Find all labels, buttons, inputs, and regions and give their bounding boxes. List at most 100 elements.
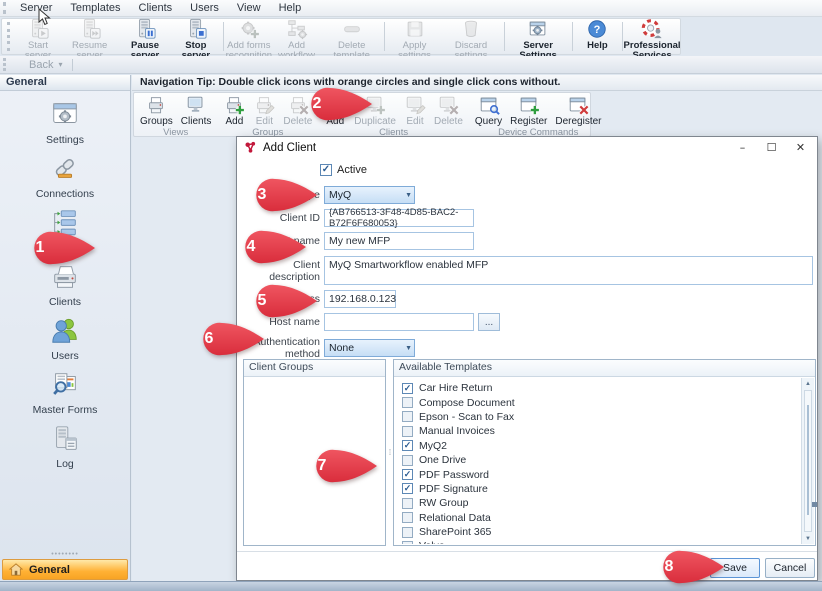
available-templates-panel: Available Templates ✓Car Hire ReturnComp… [393,359,816,546]
sidebar-item-label: Log [56,458,74,470]
sidebar-footer-label: General [29,564,70,576]
ribbon-groups-add[interactable]: Add [219,94,249,127]
ribbon-views-groups[interactable]: Groups [136,94,177,127]
host-name-input[interactable] [324,313,474,331]
template-checkbox[interactable]: ✓ [402,440,413,451]
scrollbar-track[interactable] [804,390,812,532]
template-row-epson-scan-to-fax[interactable]: Epson - Scan to Fax [402,410,801,424]
host-name-browse-button[interactable]: ... [478,313,500,331]
sidebar-item-label: Users [51,350,78,362]
sidebar-item-clients[interactable]: Clients [49,262,81,308]
minimize-button[interactable]: – [728,138,757,158]
application-window: ServerTemplatesClientsUsersViewHelp Star… [0,0,822,591]
sidebar-item-connections[interactable]: Connections [36,154,94,200]
client-name-input[interactable]: My new MFP [324,232,474,250]
template-checkbox[interactable] [402,498,413,509]
client-description-input[interactable]: MyQ Smartworkflow enabled MFP [324,256,813,285]
template-checkbox[interactable] [402,455,413,466]
cancel-button[interactable]: Cancel [765,558,815,578]
sidebar-item-log[interactable]: Log [50,424,80,470]
template-label: PDF Password [419,469,489,481]
menu-clients[interactable]: Clients [130,1,182,15]
callout-6: 6 [190,320,266,358]
ip-address-input[interactable]: 192.168.0.123 [324,290,396,308]
template-checkbox[interactable]: ✓ [402,383,413,394]
template-row-one-drive[interactable]: One Drive [402,453,801,467]
toolbar-help[interactable]: ?Help [575,20,619,53]
printer-icon [145,94,167,116]
sidebar-item-master-forms[interactable]: Master Forms [33,370,98,416]
menu-help[interactable]: Help [270,1,311,15]
menu-users[interactable]: Users [181,1,228,15]
template-checkbox[interactable]: ✓ [402,483,413,494]
help-icon: ? [586,21,608,40]
authentication-method-value: None [329,342,354,354]
sidebar-footer-general[interactable]: General [2,559,128,580]
callout-number: 2 [298,85,336,123]
back-label: Back [29,59,53,71]
template-checkbox[interactable] [402,541,413,544]
ribbon-group-views: Groups ClientsViews [136,94,215,136]
ribbon-views-clients[interactable]: Clients [177,94,216,127]
authentication-method-select[interactable]: None ▼ [324,339,415,357]
template-checkbox[interactable]: ✓ [402,469,413,480]
ribbon-device-commands-deregister[interactable]: Deregister [551,94,605,127]
toolbar-add-forms-recognition: Add forms recognition [227,20,271,53]
chevron-down-icon: ▾ [58,60,62,69]
menu-templates[interactable]: Templates [61,1,129,15]
template-label: Manual Invoices [419,425,495,437]
server-stop-icon [185,21,207,40]
template-checkbox[interactable] [402,527,413,538]
scroll-up-icon[interactable]: ▲ [802,378,814,389]
template-row-car-hire-return[interactable]: ✓Car Hire Return [402,381,801,395]
active-checkbox[interactable]: ✓ [320,164,332,176]
client-id-input[interactable]: {AB766513-3F48-4D85-BAC2-B72F6F680053} [324,209,474,227]
mouse-cursor [38,8,51,26]
template-row-sharepoint-365[interactable]: SharePoint 365 [402,525,801,539]
ribbon-device-commands-query[interactable]: Query [471,94,506,127]
template-row-pdf-signature[interactable]: ✓PDF Signature [402,482,801,496]
menu-view[interactable]: View [228,1,270,15]
toolbar-pause-server[interactable]: Pause server [118,20,171,53]
close-button[interactable]: ✕ [786,138,815,158]
forms-add-icon [238,21,260,40]
chevron-down-icon: ▼ [391,192,412,199]
callout-number: 8 [650,548,688,586]
template-checkbox[interactable] [402,426,413,437]
template-checkbox[interactable] [402,411,413,422]
maximize-button[interactable]: ☐ [757,138,786,158]
sidebar-item-label: Settings [46,134,84,146]
template-row-manual-invoices[interactable]: Manual Invoices [402,424,801,438]
menu-server[interactable]: Server [11,1,61,15]
template-checkbox[interactable] [402,512,413,523]
callout-8: 8 [650,548,726,586]
monitor-edit-icon [404,94,426,116]
template-row-rw-group[interactable]: RW Group [402,496,801,510]
settings-apply-icon [404,21,426,40]
back-button[interactable]: Back ▾ [11,59,72,71]
toolbar-professional-services[interactable]: Professional Services [626,20,678,53]
template-row-volvo[interactable]: Volvo [402,539,801,544]
template-label: Volvo [419,540,445,544]
templates-scrollbar[interactable]: ▲ ▼ [801,378,814,544]
window-deregister-icon [567,94,589,116]
sidebar-item-users[interactable]: Users [50,316,80,362]
callout-7: 7 [303,447,379,485]
template-row-myq2[interactable]: ✓MyQ2 [402,439,801,453]
client-type-select[interactable]: MyQ ▼ [324,186,415,204]
scrollbar-thumb[interactable] [807,405,809,515]
dialog-title-bar[interactable]: Add Client – ☐ ✕ [237,137,817,158]
active-row: ✓ Active [320,164,367,176]
toolbar-stop-server[interactable]: Stop server [172,20,220,53]
sidebar-splitter[interactable]: •••••••• [0,550,130,559]
scroll-down-icon[interactable]: ▼ [802,533,814,544]
template-row-compose-document[interactable]: Compose Document [402,395,801,409]
template-row-relational-data[interactable]: Relational Data [402,511,801,525]
templates-list: ✓Car Hire ReturnCompose DocumentEpson - … [395,378,801,544]
sidebar-item-settings[interactable]: Settings [46,100,84,146]
template-row-pdf-password[interactable]: ✓ PDF Password [402,467,801,481]
ribbon-device-commands-register[interactable]: Register [506,94,551,127]
connections-icon [50,154,80,187]
template-checkbox[interactable] [402,397,413,408]
toolbar-server-settings[interactable]: Server Settings [508,20,569,53]
